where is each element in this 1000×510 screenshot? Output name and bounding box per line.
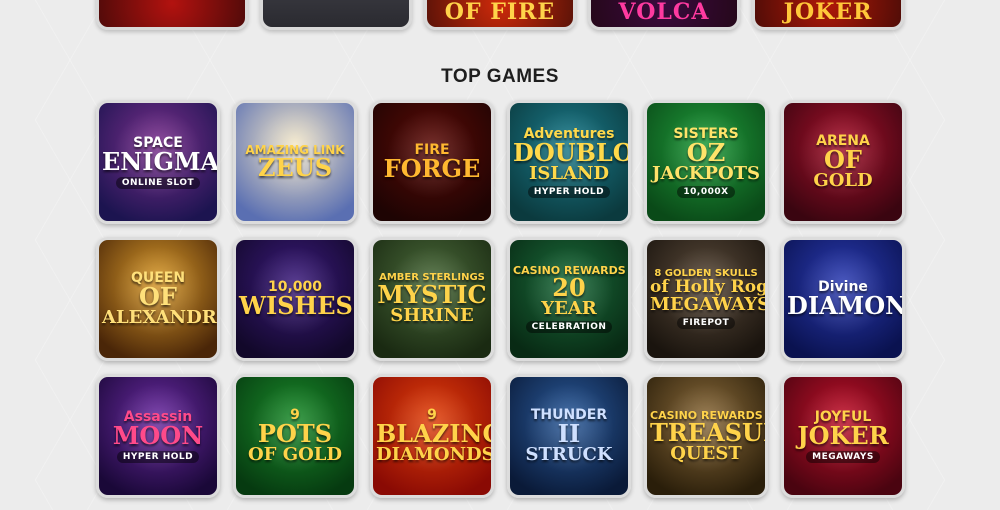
game-tile-joyful-joker-megaways[interactable]: JOYFUL JOKER MEGAWAYS: [781, 374, 905, 498]
game-tile-assassin-moon[interactable]: Assassin MOON HYPER HOLD: [96, 374, 220, 498]
game-title-line-3: QUEST: [670, 442, 742, 464]
game-title-line-2: BLAZING: [376, 419, 494, 448]
game-badge: 10,000X: [677, 185, 735, 198]
game-badge: ONLINE SLOT: [115, 176, 201, 189]
game-tile-top-4[interactable]: JOKER: [752, 0, 904, 30]
game-tile-mystic-shrine[interactable]: AMBER STERLINGS MYSTIC SHRINE: [370, 237, 494, 361]
game-tile-thunderstruck-ii[interactable]: THUNDER II STRUCK: [507, 374, 631, 498]
game-title-line-3: ALEXANDRIA: [102, 307, 217, 328]
game-title-line-2: MYSTIC: [377, 280, 487, 309]
game-title-line-3: MEGAWAYS: [650, 294, 768, 315]
game-title-line-3: JACKPOTS: [651, 162, 761, 184]
game-title-line-3: GOLD: [813, 170, 873, 191]
game-title-line-2: OZ: [686, 137, 726, 167]
top-games-grid: SPACE ENIGMA ONLINE SLOT AMAZING LINK ZEUS FI…: [96, 100, 905, 498]
game-title-line-3: STRUCK: [525, 444, 613, 465]
game-tile-divine-diamonds[interactable]: DivineDIAMONDS: [781, 237, 905, 361]
game-title-line-2: OF: [824, 145, 862, 174]
game-title-line-3: OF GOLD: [247, 444, 343, 465]
game-tile-9-blazing-diamonds[interactable]: 9 BLAZING DIAMONDS: [370, 374, 494, 498]
game-title-line-2: JOKER: [797, 420, 889, 450]
game-tile-top-0[interactable]: [96, 0, 248, 30]
game-badge: MEGAWAYS: [806, 450, 880, 463]
game-title: JOKER: [783, 0, 873, 25]
game-title-line-2: OF: [139, 282, 177, 311]
game-tile-treasure-quest[interactable]: CASINO REWARDSTREASUREQUEST: [644, 374, 768, 498]
game-tile-doubloon-island[interactable]: AdventuresDOUBLOONISLANDHYPER HOLD: [507, 100, 631, 224]
game-title: OF FIRE: [444, 0, 556, 25]
game-tile-queen-of-alexandria[interactable]: QUEENOFALEXANDRIA: [96, 237, 220, 361]
game-title-line-2: ENIGMA: [102, 146, 220, 176]
game-title-line-3: YEAR: [541, 298, 597, 319]
game-tile-10000-wishes[interactable]: 10,000 WISHES: [233, 237, 357, 361]
game-title-line-2: POTS: [257, 419, 333, 448]
game-tile-fire-forge[interactable]: FIRE FORGE: [370, 100, 494, 224]
game-tile-space-enigma[interactable]: SPACE ENIGMA ONLINE SLOT: [96, 100, 220, 224]
game-tile-top-3[interactable]: VOLCA: [588, 0, 740, 30]
game-title-line-3: ISLAND: [528, 162, 610, 184]
game-title-line-2: 20: [552, 273, 586, 302]
game-title-line-2: DOUBLOON: [513, 137, 631, 167]
game-tile-amazing-link-zeus[interactable]: AMAZING LINK ZEUS: [233, 100, 357, 224]
game-badge: HYPER HOLD: [527, 185, 611, 198]
game-tile-8-golden-skulls[interactable]: 8 GOLDEN SKULLSof Holly RogerMEGAWAYSFIR…: [644, 237, 768, 361]
game-title-line-2: MOON: [112, 420, 204, 450]
game-title-line-2: DIAMONDS: [787, 291, 905, 320]
section-title: TOP GAMES: [441, 66, 559, 87]
game-tile-arena-of-gold[interactable]: ARENA OF GOLD: [781, 100, 905, 224]
game-title-line-2: ZEUS: [257, 153, 333, 182]
game-title-line-2: TREASURE: [650, 417, 765, 447]
game-tile-top-1[interactable]: [260, 0, 412, 30]
game-title-line-2: FORGE: [383, 154, 481, 183]
game-tile-sisters-of-oz-jackpots[interactable]: SISTERS OZ JACKPOTS 10,000X: [644, 100, 768, 224]
game-tile-9-pots-of-gold[interactable]: 9 POTS OF GOLD: [233, 374, 357, 498]
game-title-line-2: WISHES: [239, 291, 353, 320]
game-tile-20-year-celebration[interactable]: CASINO REWARDS 20 YEAR CELEBRATION: [507, 237, 631, 361]
game-title: VOLCA: [618, 0, 710, 25]
game-badge: HYPER HOLD: [116, 450, 200, 463]
game-title-line-3: SHRINE: [390, 305, 474, 326]
previous-games-row: OF FIRE VOLCA JOKER: [96, 0, 904, 30]
game-badge: CELEBRATION: [525, 321, 613, 333]
game-title-line-3: DIAMONDS: [376, 444, 494, 465]
game-title-line-2: II: [557, 419, 581, 448]
game-badge: FIREPOT: [676, 317, 736, 329]
game-tile-top-2[interactable]: OF FIRE: [424, 0, 576, 30]
